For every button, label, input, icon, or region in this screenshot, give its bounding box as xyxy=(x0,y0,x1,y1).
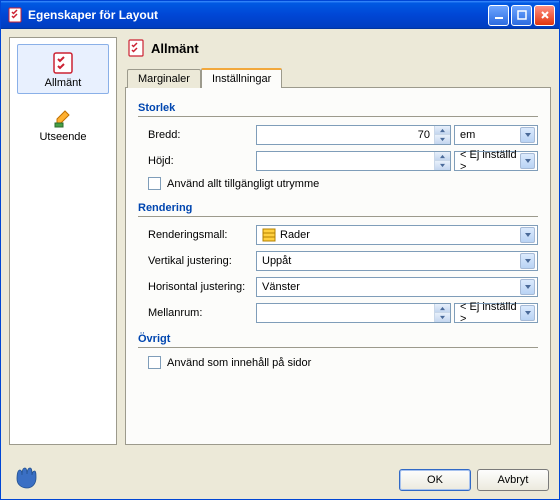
field-hojd: Höjd: < Ej inställd > xyxy=(138,151,538,171)
chevron-down-icon[interactable] xyxy=(520,279,535,295)
divider xyxy=(138,116,538,117)
window: Egenskaper för Layout Allmänt Utseende xyxy=(0,0,560,500)
sidebar-item-allmant[interactable]: Allmänt xyxy=(17,44,109,94)
mellanrum-label: Mellanrum: xyxy=(148,307,256,319)
mellanrum-input[interactable] xyxy=(256,303,451,323)
tab-installningar[interactable]: Inställningar xyxy=(201,68,282,88)
combo-value: Uppåt xyxy=(262,255,520,267)
combo-value: < Ej inställd > xyxy=(460,149,520,173)
hojd-input[interactable] xyxy=(256,151,451,171)
bredd-unit-combo[interactable]: em xyxy=(454,125,538,145)
field-bredd: Bredd: em xyxy=(138,125,538,145)
maximize-button[interactable] xyxy=(511,5,532,26)
sidebar-item-label: Allmänt xyxy=(45,77,82,89)
spin-down-button[interactable] xyxy=(435,313,450,322)
window-controls xyxy=(488,5,555,26)
section-title: Allmänt xyxy=(151,41,199,56)
chevron-down-icon[interactable] xyxy=(520,153,535,169)
checklist-icon xyxy=(127,39,145,57)
combo-value: Rader xyxy=(280,229,520,241)
use-as-content-checkbox[interactable] xyxy=(148,356,161,369)
rows-icon xyxy=(262,228,276,242)
sidebar-item-label: Utseende xyxy=(39,131,86,143)
use-all-space-label: Använd allt tillgängligt utrymme xyxy=(167,178,319,190)
minimize-button[interactable] xyxy=(488,5,509,26)
use-all-space-checkbox[interactable] xyxy=(148,177,161,190)
app-icon xyxy=(7,7,23,23)
window-title: Egenskaper för Layout xyxy=(28,8,488,22)
field-renderingsmall: Renderingsmall: Rader xyxy=(138,225,538,245)
group-ovrigt-title: Övrigt xyxy=(138,333,538,345)
chevron-down-icon[interactable] xyxy=(520,227,535,243)
renderingsmall-combo[interactable]: Rader xyxy=(256,225,538,245)
mellanrum-value[interactable] xyxy=(257,307,434,319)
cancel-button[interactable]: Avbryt xyxy=(477,469,549,491)
body: Allmänt Utseende Allmänt Marginaler Inst… xyxy=(1,29,559,453)
section-header: Allmänt xyxy=(125,37,551,65)
combo-value: em xyxy=(460,129,520,141)
vjust-label: Vertikal justering: xyxy=(148,255,256,267)
field-vertikal-justering: Vertikal justering: Uppåt xyxy=(138,251,538,271)
spin-up-button[interactable] xyxy=(435,304,450,313)
spinner xyxy=(434,152,450,170)
bredd-label: Bredd: xyxy=(148,129,256,141)
vjust-combo[interactable]: Uppåt xyxy=(256,251,538,271)
bredd-value[interactable] xyxy=(257,129,434,141)
hojd-label: Höjd: xyxy=(148,155,256,167)
spin-up-button[interactable] xyxy=(435,152,450,161)
mellanrum-unit-combo[interactable]: < Ej inställd > xyxy=(454,303,538,323)
hjust-label: Horisontal justering: xyxy=(148,281,256,293)
footer: OK Avbryt xyxy=(1,453,559,499)
chevron-down-icon[interactable] xyxy=(520,253,535,269)
spin-down-button[interactable] xyxy=(435,161,450,170)
sidebar-item-utseende[interactable]: Utseende xyxy=(17,98,109,148)
divider xyxy=(138,347,538,348)
hojd-unit-combo[interactable]: < Ej inställd > xyxy=(454,151,538,171)
group-rendering-title: Rendering xyxy=(138,202,538,214)
checklist-icon xyxy=(51,51,75,75)
hjust-combo[interactable]: Vänster xyxy=(256,277,538,297)
close-button[interactable] xyxy=(534,5,555,26)
combo-value: Vänster xyxy=(262,281,520,293)
spin-down-button[interactable] xyxy=(435,135,450,144)
combo-value: < Ej inställd > xyxy=(460,301,520,325)
tab-marginaler[interactable]: Marginaler xyxy=(127,69,201,88)
hand-logo-icon xyxy=(9,459,41,491)
use-as-content-row: Använd som innehåll på sidor xyxy=(138,356,538,369)
main-panel: Allmänt Marginaler Inställningar Storlek… xyxy=(125,37,551,445)
spinner xyxy=(434,304,450,322)
use-all-space-row: Använd allt tillgängligt utrymme xyxy=(138,177,538,190)
sidebar: Allmänt Utseende xyxy=(9,37,117,445)
field-horisontal-justering: Horisontal justering: Vänster xyxy=(138,277,538,297)
dialog-buttons: OK Avbryt xyxy=(399,469,549,491)
chevron-down-icon[interactable] xyxy=(520,127,535,143)
use-as-content-label: Använd som innehåll på sidor xyxy=(167,357,311,369)
title-bar: Egenskaper för Layout xyxy=(1,1,559,29)
bredd-input[interactable] xyxy=(256,125,451,145)
field-mellanrum: Mellanrum: < Ej inställd > xyxy=(138,303,538,323)
group-storlek-title: Storlek xyxy=(138,102,538,114)
tab-panel: Storlek Bredd: em xyxy=(125,87,551,445)
tab-strip: Marginaler Inställningar xyxy=(127,65,551,87)
brush-icon xyxy=(51,105,75,129)
spin-up-button[interactable] xyxy=(435,126,450,135)
renderingsmall-label: Renderingsmall: xyxy=(148,229,256,241)
chevron-down-icon[interactable] xyxy=(520,305,535,321)
hojd-value[interactable] xyxy=(257,155,434,167)
divider xyxy=(138,216,538,217)
spinner xyxy=(434,126,450,144)
ok-button[interactable]: OK xyxy=(399,469,471,491)
